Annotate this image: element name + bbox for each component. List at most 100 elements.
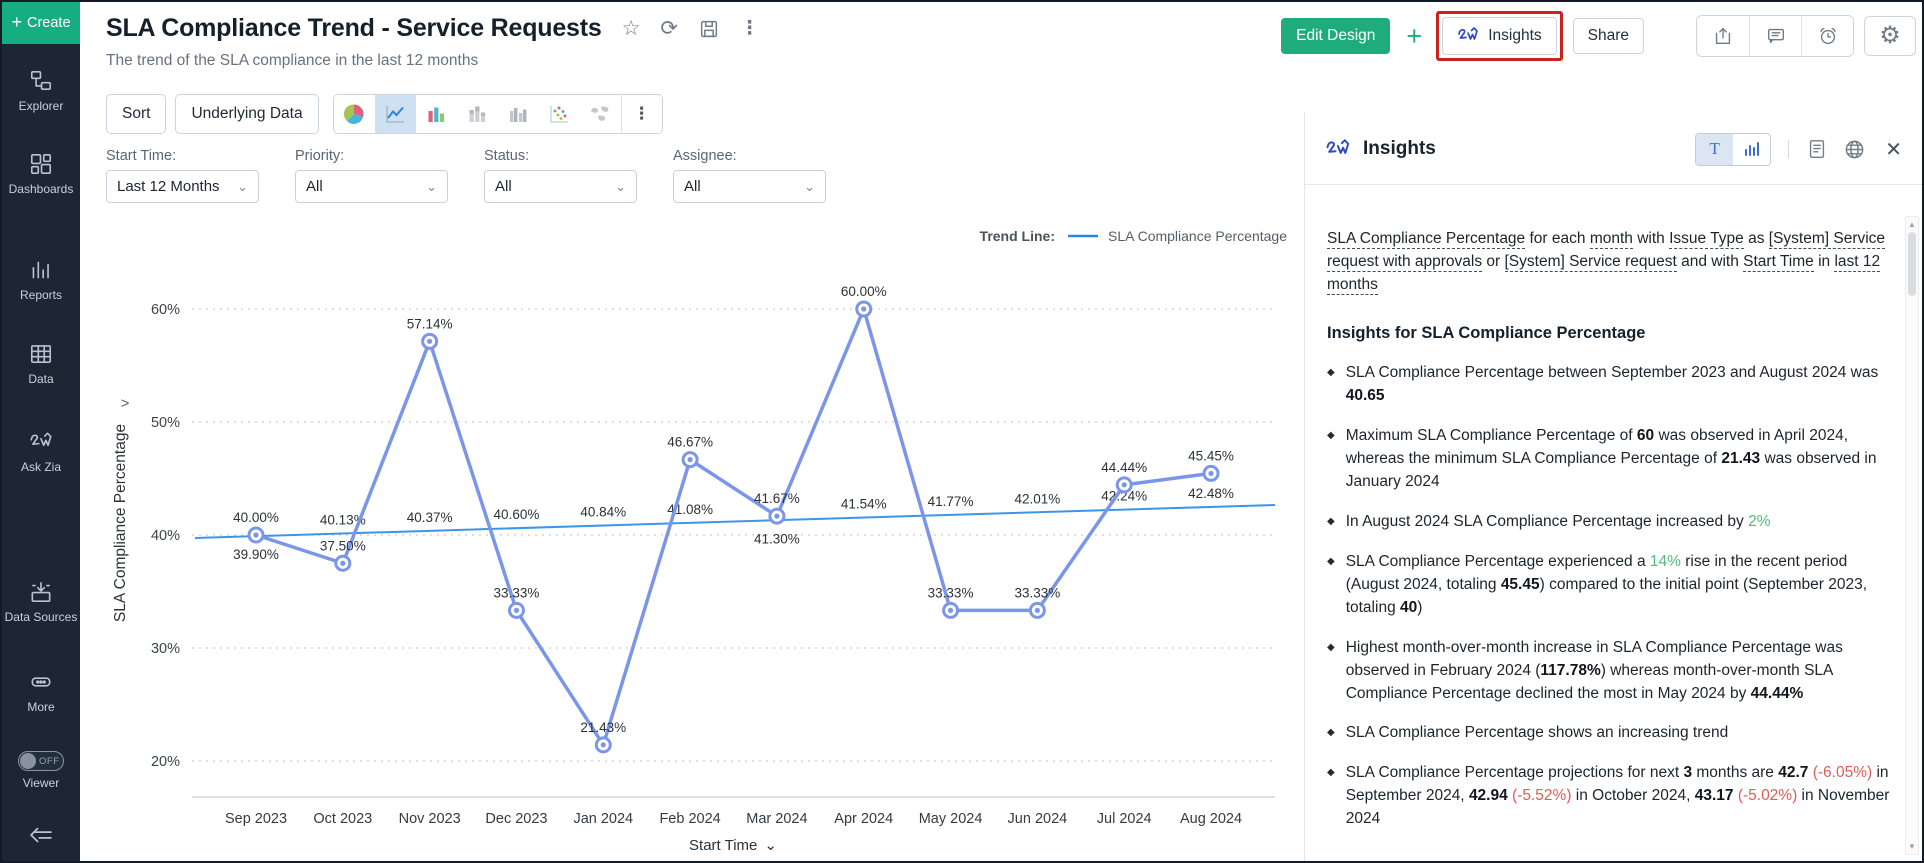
sidebar-item-label: Data (28, 372, 53, 387)
grouped-bar-chart-icon[interactable] (498, 95, 539, 133)
insight-text: In August 2024 SLA Compliance Percentage… (1346, 511, 1896, 534)
svg-text:Oct 2023: Oct 2023 (313, 811, 372, 827)
svg-text:33.33%: 33.33% (928, 585, 974, 600)
more-chart-types-icon[interactable]: ⋮ (621, 95, 662, 133)
map-chart-icon[interactable] (580, 95, 621, 133)
line-chart-icon[interactable] (375, 95, 416, 133)
svg-text:39.90%: 39.90% (233, 547, 279, 562)
legend-series-name: SLA Compliance Percentage (1108, 228, 1287, 244)
bar-chart-icon[interactable] (416, 95, 457, 133)
page-title: SLA Compliance Trend - Service Requests (106, 14, 602, 43)
schedule-alert-button[interactable] (1801, 16, 1853, 56)
insights-content: SLA Compliance Percentage for each month… (1305, 210, 1902, 861)
share-button[interactable]: Share (1573, 18, 1644, 54)
insights-panel-controls: T (1695, 133, 1902, 166)
insights-button[interactable]: Insights (1442, 17, 1556, 55)
more-options-icon[interactable]: ⋮ (740, 19, 759, 38)
svg-text:Jul 2024: Jul 2024 (1097, 811, 1152, 827)
filter-status: Status: All ⌄ (484, 148, 637, 203)
svg-text:Aug 2024: Aug 2024 (1180, 811, 1242, 827)
insights-query-summary[interactable]: SLA Compliance Percentage for each month… (1327, 228, 1896, 297)
insight-bullet: ◆SLA Compliance Percentage between Septe… (1327, 362, 1896, 408)
scroll-down-icon[interactable]: ▼ (1906, 842, 1918, 851)
svg-text:40.00%: 40.00% (233, 510, 279, 525)
comments-button[interactable] (1749, 16, 1801, 56)
filter-label: Priority: (295, 148, 448, 164)
language-globe-icon[interactable] (1843, 138, 1866, 161)
svg-text:Jan 2024: Jan 2024 (573, 811, 633, 827)
svg-text:40.37%: 40.37% (407, 510, 453, 525)
explorer-icon (28, 68, 54, 94)
sidebar-item-label: Ask Zia (21, 460, 61, 475)
chevron-down-icon: ⌄ (237, 179, 248, 195)
insights-bullet-list: ◆SLA Compliance Percentage between Septe… (1327, 362, 1896, 831)
svg-text:33.33%: 33.33% (1014, 585, 1060, 600)
sidebar-item-ask-zia[interactable]: Ask Zia (2, 429, 80, 475)
plus-icon: + (11, 12, 22, 33)
start-time-select[interactable]: Last 12 Months ⌄ (106, 170, 259, 203)
scrollbar-thumb[interactable] (1908, 232, 1916, 296)
svg-text:May 2024: May 2024 (919, 811, 983, 827)
diamond-bullet-icon: ◆ (1327, 425, 1335, 494)
sidebar-item-reports[interactable]: Reports (2, 257, 80, 303)
close-icon[interactable]: ✕ (1885, 137, 1902, 162)
edit-design-button[interactable]: Edit Design (1281, 18, 1390, 54)
scroll-up-icon[interactable]: ▲ (1906, 220, 1918, 229)
ask-zia-icon (28, 429, 54, 455)
sidebar-item-data[interactable]: Data (2, 341, 80, 387)
svg-text:40%: 40% (151, 528, 180, 544)
insight-text: SLA Compliance Percentage experienced a … (1346, 551, 1896, 620)
query-term[interactable]: Start Time (1743, 253, 1814, 272)
insight-bullet: ◆In August 2024 SLA Compliance Percentag… (1327, 511, 1896, 534)
app-window: + Create Explorer Dashboards Reports (0, 0, 1924, 863)
gear-icon: ⚙ (1879, 24, 1901, 48)
query-term[interactable]: [System] Service request (1505, 253, 1677, 272)
pie-chart-icon[interactable] (334, 95, 375, 133)
add-button[interactable]: + (1406, 23, 1422, 50)
insight-text: SLA Compliance Percentage between Septem… (1346, 362, 1896, 408)
settings-button[interactable]: ⚙ (1864, 16, 1916, 56)
scrollbar[interactable]: ▲ ▼ (1905, 216, 1919, 855)
text-view-button[interactable]: T (1696, 134, 1733, 165)
report-action-icons (1696, 15, 1854, 57)
bar-chart-view-icon (1742, 139, 1762, 159)
sidebar-item-label: Dashboards (9, 182, 74, 197)
sidebar-item-more[interactable]: More (2, 669, 80, 715)
priority-select[interactable]: All ⌄ (295, 170, 448, 203)
sidebar-item-label: Reports (20, 288, 62, 303)
viewer-toggle[interactable]: OFF (18, 751, 64, 771)
favorite-star-icon[interactable]: ☆ (622, 18, 641, 39)
assignee-select[interactable]: All ⌄ (673, 170, 826, 203)
svg-text:60%: 60% (151, 302, 180, 318)
insight-bullet: ◆Maximum SLA Compliance Percentage of 60… (1327, 425, 1896, 494)
sidebar-item-explorer[interactable]: Explorer (2, 68, 80, 114)
export-button[interactable] (1697, 16, 1749, 56)
insights-section-title: Insights for SLA Compliance Percentage (1327, 321, 1896, 345)
query-term[interactable]: month (1590, 230, 1633, 249)
report-summary-icon[interactable] (1806, 138, 1828, 160)
chevron-down-icon: ⌄ (615, 179, 626, 195)
svg-text:30%: 30% (151, 641, 180, 657)
svg-text:Start Time⌄: Start Time⌄ (689, 837, 777, 854)
chart-view-button[interactable] (1733, 134, 1770, 165)
scatter-plot-icon[interactable] (539, 95, 580, 133)
svg-text:>: > (121, 395, 130, 412)
sidebar-collapse[interactable] (2, 821, 80, 849)
svg-text:Apr 2024: Apr 2024 (834, 811, 893, 827)
sidebar-item-data-sources[interactable]: Data Sources (2, 579, 80, 625)
query-term[interactable]: SLA Compliance Percentage (1327, 230, 1525, 249)
create-button[interactable]: + Create (2, 2, 80, 44)
query-term[interactable]: Issue Type (1669, 230, 1744, 249)
status-select[interactable]: All ⌄ (484, 170, 637, 203)
svg-text:37.50%: 37.50% (320, 538, 366, 553)
underlying-data-button[interactable]: Underlying Data (175, 94, 318, 134)
save-icon[interactable] (698, 18, 720, 40)
stacked-bar-chart-icon[interactable] (457, 95, 498, 133)
divider (1305, 184, 1922, 185)
sla-trend-chart[interactable]: 20%30%40%50%60%SLA Compliance Percentage… (80, 210, 1305, 861)
sort-button[interactable]: Sort (106, 94, 166, 134)
svg-text:42.48%: 42.48% (1188, 486, 1234, 501)
zia-icon (1325, 138, 1353, 161)
sidebar-item-dashboards[interactable]: Dashboards (2, 151, 80, 197)
refresh-icon[interactable]: ⟳ (660, 18, 678, 39)
